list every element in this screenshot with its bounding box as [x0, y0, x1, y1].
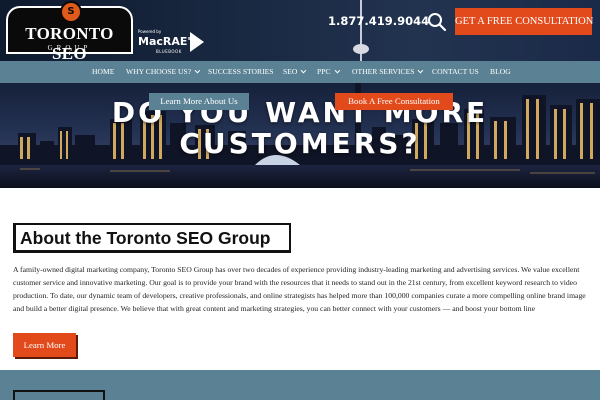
learn-more-button[interactable]: Learn More: [13, 333, 76, 357]
nav-item-seo[interactable]: SEO: [283, 61, 307, 83]
partner-arrow-icon: [190, 32, 204, 52]
site-logo[interactable]: S TORONTO SEO GROUP: [6, 1, 133, 61]
hero-banner: DO YOU WANT MORE CUSTOMERS?: [0, 83, 600, 188]
about-body-text: A family-owned digital marketing company…: [13, 265, 586, 313]
chevron-down-icon: [300, 67, 307, 74]
hero-title: DO YOU WANT MORE CUSTOMERS?: [0, 97, 600, 159]
hero-title-line-1: DO YOU WANT MORE: [111, 96, 489, 129]
logo-title: TORONTO SEO: [25, 24, 114, 61]
powered-by-label: Powered by: [138, 29, 162, 34]
chevron-down-icon: [334, 67, 340, 74]
nav-item-ppc[interactable]: PPC: [317, 61, 340, 83]
main-nav: HOME WHY CHOOSE US? SUCCESS STORIES SEO …: [0, 61, 600, 83]
nav-item-why-choose-us[interactable]: WHY CHOOSE US?: [126, 61, 201, 83]
hero-title-line-2: CUSTOMERS?: [179, 127, 421, 160]
free-consultation-button[interactable]: GET A FREE CONSULTATION: [455, 8, 593, 35]
book-consultation-button[interactable]: Book A Free Consultation: [335, 93, 453, 110]
logo-mark-icon: S: [60, 1, 82, 23]
chevron-down-icon: [418, 67, 424, 74]
nav-item-home[interactable]: HOME: [92, 61, 114, 83]
chevron-down-icon: [194, 67, 201, 74]
learn-more-about-us-button[interactable]: Learn More About Us: [149, 93, 249, 110]
site-header: S TORONTO SEO GROUP Powered by MacRAE'S …: [0, 0, 600, 61]
nav-item-contact-us[interactable]: CONTACT US: [432, 61, 479, 83]
next-section-heading-box: [13, 390, 105, 400]
nav-item-other-services[interactable]: OTHER SERVICES: [352, 61, 424, 83]
about-heading: About the Toronto SEO Group: [13, 223, 291, 253]
partner-logo-sub: BLUEBOOK: [156, 49, 182, 54]
search-icon[interactable]: [427, 12, 447, 32]
phone-number-link[interactable]: 1.877.419.9044: [328, 14, 429, 28]
nav-item-blog[interactable]: BLOG: [490, 61, 511, 83]
cn-tower-graphic: [353, 0, 369, 61]
logo-subtitle: GROUP: [47, 44, 92, 52]
nav-item-success-stories[interactable]: SUCCESS STORIES: [208, 61, 274, 83]
